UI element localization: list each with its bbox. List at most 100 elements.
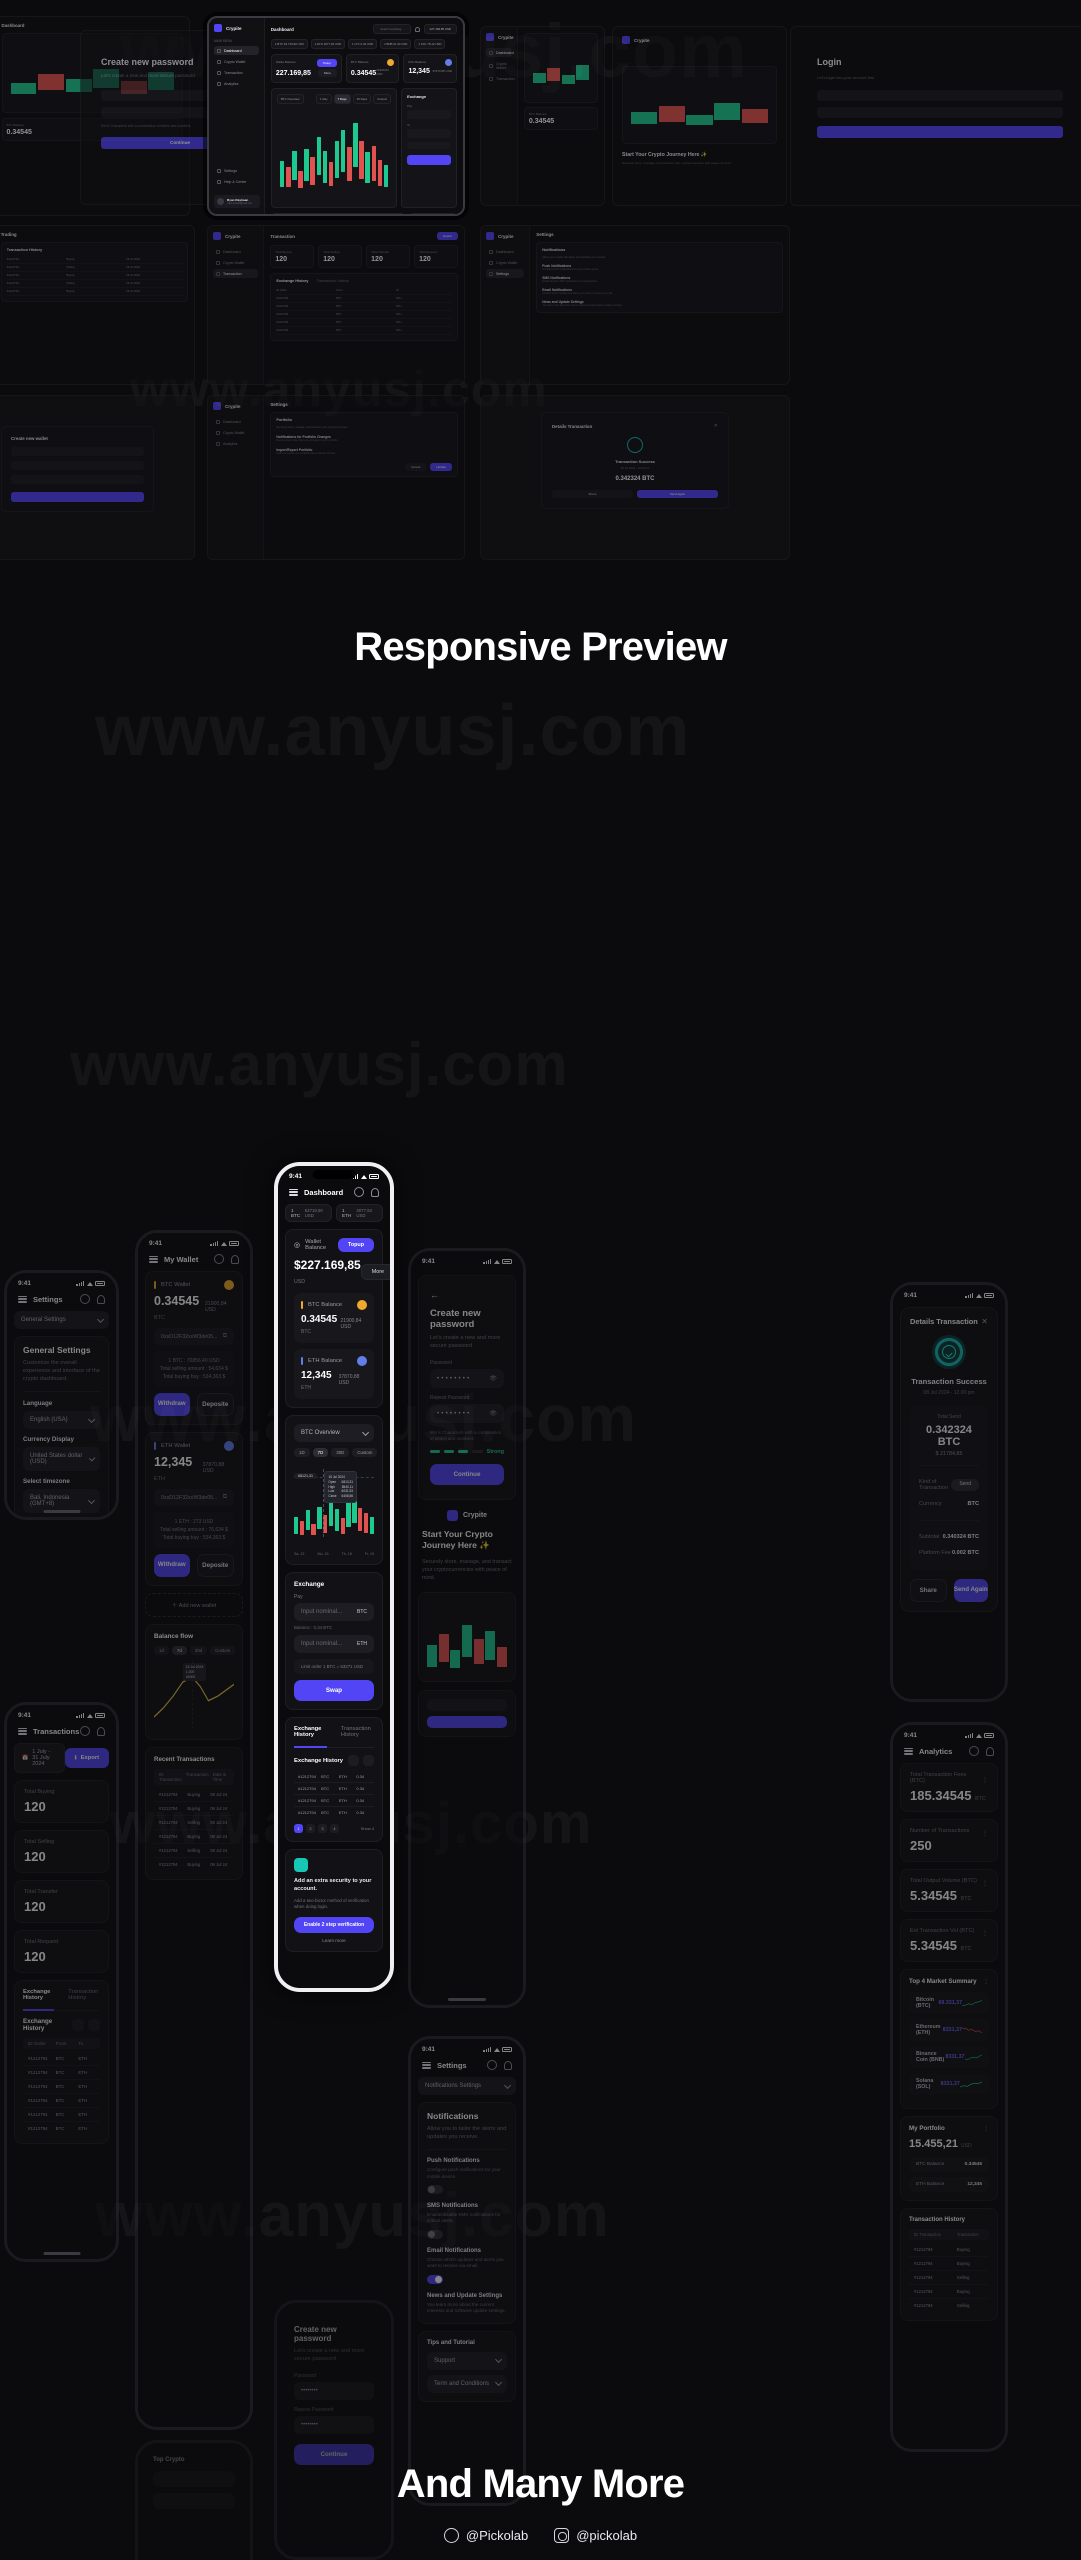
tab-exchange-history[interactable]: Exchange History <box>276 279 308 283</box>
more-button[interactable]: More <box>318 69 337 77</box>
filter-icon[interactable] <box>88 2019 100 2031</box>
more-icon[interactable]: ⋮ <box>983 2125 989 2132</box>
learn-more-link[interactable]: Learn more <box>294 1938 374 1943</box>
table-row[interactable]: #1212794 BTC ETH 0.34 <box>294 1795 374 1807</box>
add-wallet-button[interactable]: ＋ Add new wallet <box>145 1593 243 1617</box>
bell-icon[interactable] <box>414 26 420 32</box>
send-again-button[interactable]: Send Again <box>637 490 718 498</box>
search-icon[interactable] <box>80 1726 90 1736</box>
table-row[interactable]: #1212794 Buying 08 Jul 2024 <box>6 256 182 264</box>
more-icon[interactable]: ⋮ <box>982 1830 988 1837</box>
range-custom[interactable]: Custom <box>352 1448 378 1457</box>
table-row[interactable]: #1212794 Buying 08 Jul 24 <box>154 1788 234 1802</box>
back-icon[interactable]: ← <box>430 1290 504 1300</box>
desktop-shot-dashboard[interactable]: Crypite MAIN MENU Dashboard Crypto Walle… <box>207 16 465 216</box>
password-field[interactable]: •••••••• 👁 <box>430 1369 504 1389</box>
range-7days[interactable]: 7 Days <box>333 94 351 104</box>
table-row[interactable]: #1212794 BTC ETH <box>276 327 452 335</box>
table-row[interactable]: #1212794 Buying 08 Jul 2024 <box>6 288 182 296</box>
phone-dashboard[interactable]: 9:41 Dashboard 1 BTC 63719,90 USD 1 ETH … <box>274 1162 394 1992</box>
email-toggle[interactable] <box>427 2274 443 2284</box>
table-row[interactable]: #1212794 Buying 08 Jul 24 <box>154 1830 234 1844</box>
field2[interactable]: •••••••• <box>294 2416 374 2435</box>
swap-button[interactable]: Swap <box>294 1680 374 1701</box>
table-row[interactable]: #1212794 Selling <box>909 2299 989 2312</box>
range-7d[interactable]: 7D <box>312 1448 329 1457</box>
table-row[interactable]: #1212794 Buying <box>909 2243 989 2257</box>
eye-off-icon[interactable]: 👁 <box>489 1410 497 1417</box>
eth-deposit-button[interactable]: Deposite <box>196 1554 234 1577</box>
date-range-picker[interactable]: 📅 1 July - 31 July 2024 <box>14 1743 65 1773</box>
search-input[interactable]: Search anything... <box>373 24 411 34</box>
close-icon[interactable]: ✕ <box>714 423 718 429</box>
close-icon[interactable]: ✕ <box>981 1317 988 1326</box>
bell-icon[interactable] <box>504 2060 512 2070</box>
sidebar-item-dashboard[interactable]: Dashboard <box>486 247 524 256</box>
table-row[interactable]: #1212794 BTC ETH <box>276 295 452 303</box>
menu-icon[interactable] <box>289 1188 298 1196</box>
table-row[interactable]: #1212794 Buying 08 Jul 2024 <box>6 272 182 280</box>
show-count[interactable]: Show 4 <box>361 1826 374 1831</box>
tab-transaction-history[interactable]: Transaction History <box>68 1989 100 2005</box>
table-row[interactable]: #1212794 BTC ETH <box>23 2108 100 2122</box>
sidebar-item-dashboard[interactable]: Dashboard <box>213 247 258 256</box>
sidebar-item-analytics[interactable]: Analytics <box>213 439 258 448</box>
password-field[interactable] <box>817 107 1063 118</box>
repeat-password-field[interactable]: •••••••• 👁 <box>430 1404 504 1424</box>
bell-icon[interactable] <box>231 1254 239 1264</box>
more-icon[interactable]: ⋮ <box>982 1777 988 1784</box>
table-row[interactable]: #1212794 Buying <box>909 2257 989 2271</box>
menu-icon[interactable] <box>18 1727 27 1735</box>
eth-withdraw-button[interactable]: Withdraw <box>154 1554 190 1577</box>
desktop-shot-settings-trading[interactable]: Trading Transaction History #1212794 Buyi… <box>0 225 195 385</box>
eye-off-icon[interactable]: 👁 <box>489 1375 497 1382</box>
desktop-shot-transactions[interactable]: Crypite Dashboard Crypto Wallet Transact… <box>207 225 465 385</box>
search-icon[interactable] <box>487 2060 497 2070</box>
table-row[interactable]: #1212794 BTC ETH <box>23 2052 100 2066</box>
sidebar-item-help[interactable]: Help & Center <box>214 177 260 186</box>
wallet-name-field[interactable] <box>11 447 144 456</box>
page-2[interactable]: 2 <box>306 1824 315 1833</box>
table-row[interactable]: #1212794 Selling <box>909 2271 989 2285</box>
range-7d[interactable]: 7d <box>171 1646 187 1655</box>
tab-exchange-history[interactable]: Exchange History <box>23 1989 55 2011</box>
bell-icon[interactable] <box>371 1187 379 1197</box>
topup-button[interactable]: Topup <box>316 59 337 67</box>
sidebar-item-dashboard[interactable]: Dashboard <box>486 48 514 57</box>
desktop-shot-notifications[interactable]: Crypite Dashboard Crypto Wallet Settings… <box>480 225 790 385</box>
sidebar-item-wallet[interactable]: Crypto Wallet <box>486 258 524 267</box>
sidebar-item-crypto-wallet[interactable]: Crypto Wallet <box>214 57 259 66</box>
search-icon[interactable] <box>354 1187 364 1197</box>
sidebar-item-transaction[interactable]: Transaction <box>214 68 259 77</box>
page-1[interactable]: 1 <box>294 1824 303 1833</box>
update-button[interactable]: Update <box>430 463 452 471</box>
table-row[interactable]: #1212794 BTC ETH <box>23 2122 100 2135</box>
menu-icon[interactable] <box>422 2061 431 2069</box>
pay-input[interactable] <box>407 110 451 119</box>
menu-icon[interactable] <box>18 1295 27 1303</box>
desktop-shot-landing[interactable]: Crypite Start Your Crypto Journey Here ✨… <box>612 26 787 206</box>
desktop-shot-login[interactable]: Login Let's login into your account firs… <box>790 26 1081 206</box>
phone-details-transaction[interactable]: 9:41 Details Transaction ✕ Transaction S… <box>890 1282 1008 1702</box>
phone-transactions[interactable]: 9:41 Transactions 📅 1 July - 31 July 202… <box>4 1702 119 2262</box>
sidebar-item-wallet[interactable]: Crypto Wallet <box>213 428 258 437</box>
create-button[interactable] <box>11 492 144 502</box>
table-row[interactable]: #1212794 BTC ETH 0.34 <box>294 1783 374 1795</box>
range-30days[interactable]: 30 Days <box>352 94 372 104</box>
receive-coin[interactable]: ETH <box>357 1641 367 1647</box>
table-row[interactable]: #1212794 Buying 08 Jul 24 <box>154 1858 234 1871</box>
range-1d[interactable]: 1d <box>154 1646 169 1655</box>
table-row[interactable]: #1212794 Selling 08 Jul 2024 <box>6 264 182 272</box>
login-button[interactable] <box>817 126 1063 138</box>
phone-analytics[interactable]: 9:41 Analytics Total Transaction Fees (B… <box>890 1722 1008 2452</box>
email-field[interactable] <box>817 90 1063 101</box>
desktop-shot-portfolio-settings[interactable]: Crypite Dashboard Crypto Wallet Analytic… <box>207 395 465 560</box>
phone-my-wallet[interactable]: 9:41 My Wallet BTC Wallet 0.34545 BTC 21… <box>135 1230 253 2430</box>
portfolio-row-eth[interactable]: ETH Balance 12,345 <box>909 2177 989 2192</box>
sidebar-item-settings[interactable]: Settings <box>486 269 525 278</box>
search-icon[interactable] <box>72 2019 84 2031</box>
btc-withdraw-button[interactable]: Withdraw <box>154 1393 190 1416</box>
send-again-button[interactable]: Send Again <box>953 1579 988 1602</box>
table-row[interactable]: #1212794 Selling 08 Jul 24 <box>154 1844 234 1858</box>
social-dribbble[interactable]: @Pickolab <box>443 2528 528 2543</box>
